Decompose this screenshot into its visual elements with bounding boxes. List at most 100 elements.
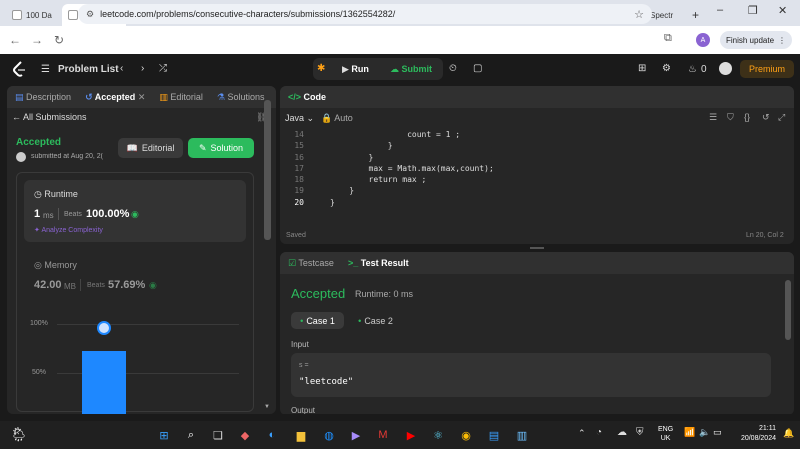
format-icon[interactable]: ☰ <box>709 112 717 123</box>
minimize-button[interactable]: – <box>717 4 723 16</box>
language-indicator[interactable]: ENG UK <box>658 425 673 443</box>
notifications-icon[interactable]: 🔔 <box>783 428 794 439</box>
media-icon[interactable]: ▶ <box>346 425 366 445</box>
clock[interactable]: 21:11 20/08/2024 <box>736 424 776 444</box>
editorial-button[interactable]: 📖 Editorial <box>118 138 183 158</box>
left-panel-scrollbar[interactable] <box>264 100 271 240</box>
case-1-tab[interactable]: • Case 1 <box>291 312 344 329</box>
submit-label: Submit <box>401 64 433 74</box>
wifi-icon[interactable]: 📶 <box>684 427 695 438</box>
finish-update-button[interactable]: Finish update ⋮ <box>720 31 792 49</box>
result-scrollbar[interactable] <box>785 280 791 340</box>
youtube-icon[interactable]: ▶ <box>401 425 421 445</box>
premium-button[interactable]: Premium <box>740 60 794 78</box>
chrome-icon[interactable]: ◉ <box>456 425 476 445</box>
scroll-down-arrow[interactable]: ▼ <box>264 404 270 410</box>
maximize-button[interactable]: ❐ <box>748 4 758 17</box>
tab-testcase[interactable]: ☑ Testcase <box>288 258 334 269</box>
tray-chevron-icon[interactable]: ⌃ <box>578 428 586 439</box>
histogram-bar-1[interactable] <box>82 351 126 422</box>
analyze-complexity-link[interactable]: ✦ Analyze Complexity <box>34 226 103 234</box>
tray-app-icon[interactable]: ◔ <box>596 427 602 438</box>
tab-description[interactable]: ▤ Description <box>15 92 71 103</box>
url-input[interactable]: ⚙ leetcode.com/problems/consecutive-char… <box>78 4 652 24</box>
user-avatar[interactable] <box>719 62 732 75</box>
close-tab-icon[interactable]: ✕ <box>138 92 146 102</box>
forward-button[interactable]: → <box>26 33 48 47</box>
debug-icon[interactable]: ✱ <box>317 63 325 74</box>
extensions-icon[interactable]: ⧉ <box>664 32 672 45</box>
submit-button[interactable]: ☁ Submit <box>390 64 432 75</box>
task-view-icon[interactable]: ❏ <box>208 425 228 445</box>
console-tabs: ☑ Testcase >_ Test Result <box>280 252 794 274</box>
react-icon[interactable]: ⚛ <box>428 425 448 445</box>
page-bottom-edge <box>0 414 800 421</box>
code-title: </> Code <box>288 92 326 102</box>
edge-icon[interactable]: ◐ <box>262 425 282 445</box>
fullscreen-icon[interactable]: ⤢ <box>778 112 785 123</box>
new-tab-button[interactable]: + <box>692 8 699 22</box>
layout-icon[interactable]: ⊞ <box>638 63 646 74</box>
store-icon[interactable]: ◍ <box>319 425 339 445</box>
volume-icon[interactable]: 🔈 <box>699 427 710 438</box>
analyze-complexity-label: Analyze Complexity <box>41 227 103 234</box>
mcafee-icon[interactable]: M <box>373 425 393 445</box>
weather-widget-icon[interactable]: 🌦 <box>10 426 28 443</box>
case-2-tab[interactable]: • Case 2 <box>353 312 398 329</box>
notes-icon[interactable]: ▢ <box>473 63 482 74</box>
memory-title[interactable]: ◎ Memory <box>34 260 77 271</box>
bookmark-star-icon[interactable]: ☆ <box>634 8 644 21</box>
back-button[interactable]: ← <box>4 33 26 47</box>
submission-status: Accepted <box>16 137 62 148</box>
input-var-name: s = <box>299 362 309 369</box>
case-2-label: Case 2 <box>364 315 393 326</box>
left-panel-tabs: ▤ Description ↺ Accepted ✕ ▥ Editorial ⚗… <box>7 86 276 108</box>
browser-tab[interactable]: 100 Da <box>6 4 62 26</box>
settings-gear-icon[interactable]: ⚙ <box>662 63 671 74</box>
tab-test-result[interactable]: >_ Test Result <box>348 258 409 268</box>
solution-button[interactable]: ✎ Solution <box>188 138 254 158</box>
code-editor[interactable]: 14 count = 1 ; 15 } 16 } 17 max = Math.max(… <box>284 129 494 208</box>
file-explorer-icon[interactable]: ▆ <box>291 425 311 445</box>
bookmark-icon[interactable]: ⛉ <box>727 112 734 123</box>
solutions-icon: ⚗ <box>216 91 225 102</box>
search-icon[interactable]: ⌕ <box>181 425 201 445</box>
line-number: 17 <box>294 163 304 173</box>
vscode-icon[interactable]: ▤ <box>484 425 504 445</box>
your-submission-marker[interactable] <box>97 321 111 335</box>
site-info-icon[interactable]: ⚙ <box>86 9 94 20</box>
problem-list-icon[interactable]: ☰ <box>41 64 50 75</box>
run-button[interactable]: ▶ Run <box>342 64 369 75</box>
battery-icon[interactable]: ▭ <box>713 427 722 438</box>
streak-fire-icon[interactable]: ♨ <box>688 64 697 75</box>
notepad-icon[interactable]: ▥ <box>512 425 532 445</box>
code-line: 20} <box>284 197 494 208</box>
tab-test-result-label: Test Result <box>360 258 409 268</box>
code-line: 17 max = Math.max(max,count); <box>284 163 493 174</box>
onedrive-icon[interactable]: ☁ <box>617 427 627 438</box>
shuffle-icon[interactable]: ⤮ <box>159 63 167 74</box>
tab-editorial[interactable]: ▥ Editorial <box>159 92 203 103</box>
windows-start-icon[interactable]: ⊞ <box>154 425 174 445</box>
tab-accepted[interactable]: ↺ Accepted ✕ <box>85 92 145 103</box>
next-problem-icon[interactable]: › <box>141 63 144 74</box>
all-submissions-link[interactable]: ← All Submissions <box>12 112 87 122</box>
auto-mode-toggle[interactable]: 🔒 Auto <box>321 113 353 124</box>
tab-solutions[interactable]: ⚗ Solutions <box>217 92 265 103</box>
saved-status: Saved <box>286 232 306 239</box>
language-select[interactable]: Java ⌄ <box>285 113 314 124</box>
prev-problem-icon[interactable]: ‹ <box>120 63 123 74</box>
reset-icon[interactable]: ↺ <box>762 112 770 123</box>
profile-avatar[interactable]: A <box>696 33 710 47</box>
reload-button[interactable]: ↻ <box>48 33 70 47</box>
braces-icon[interactable]: {} <box>744 112 750 122</box>
timer-icon[interactable]: ⏲ <box>449 63 457 74</box>
divider <box>80 279 81 291</box>
finish-update-label: Finish update <box>725 35 775 45</box>
problem-list-link[interactable]: Problem List <box>58 64 119 75</box>
close-window-button[interactable]: ✕ <box>778 4 787 17</box>
defender-icon[interactable]: ⛨ <box>636 427 644 438</box>
panel-resize-handle[interactable] <box>530 247 544 249</box>
copilot-icon[interactable]: ◆ <box>235 425 255 445</box>
leetcode-logo-icon[interactable] <box>12 61 26 77</box>
